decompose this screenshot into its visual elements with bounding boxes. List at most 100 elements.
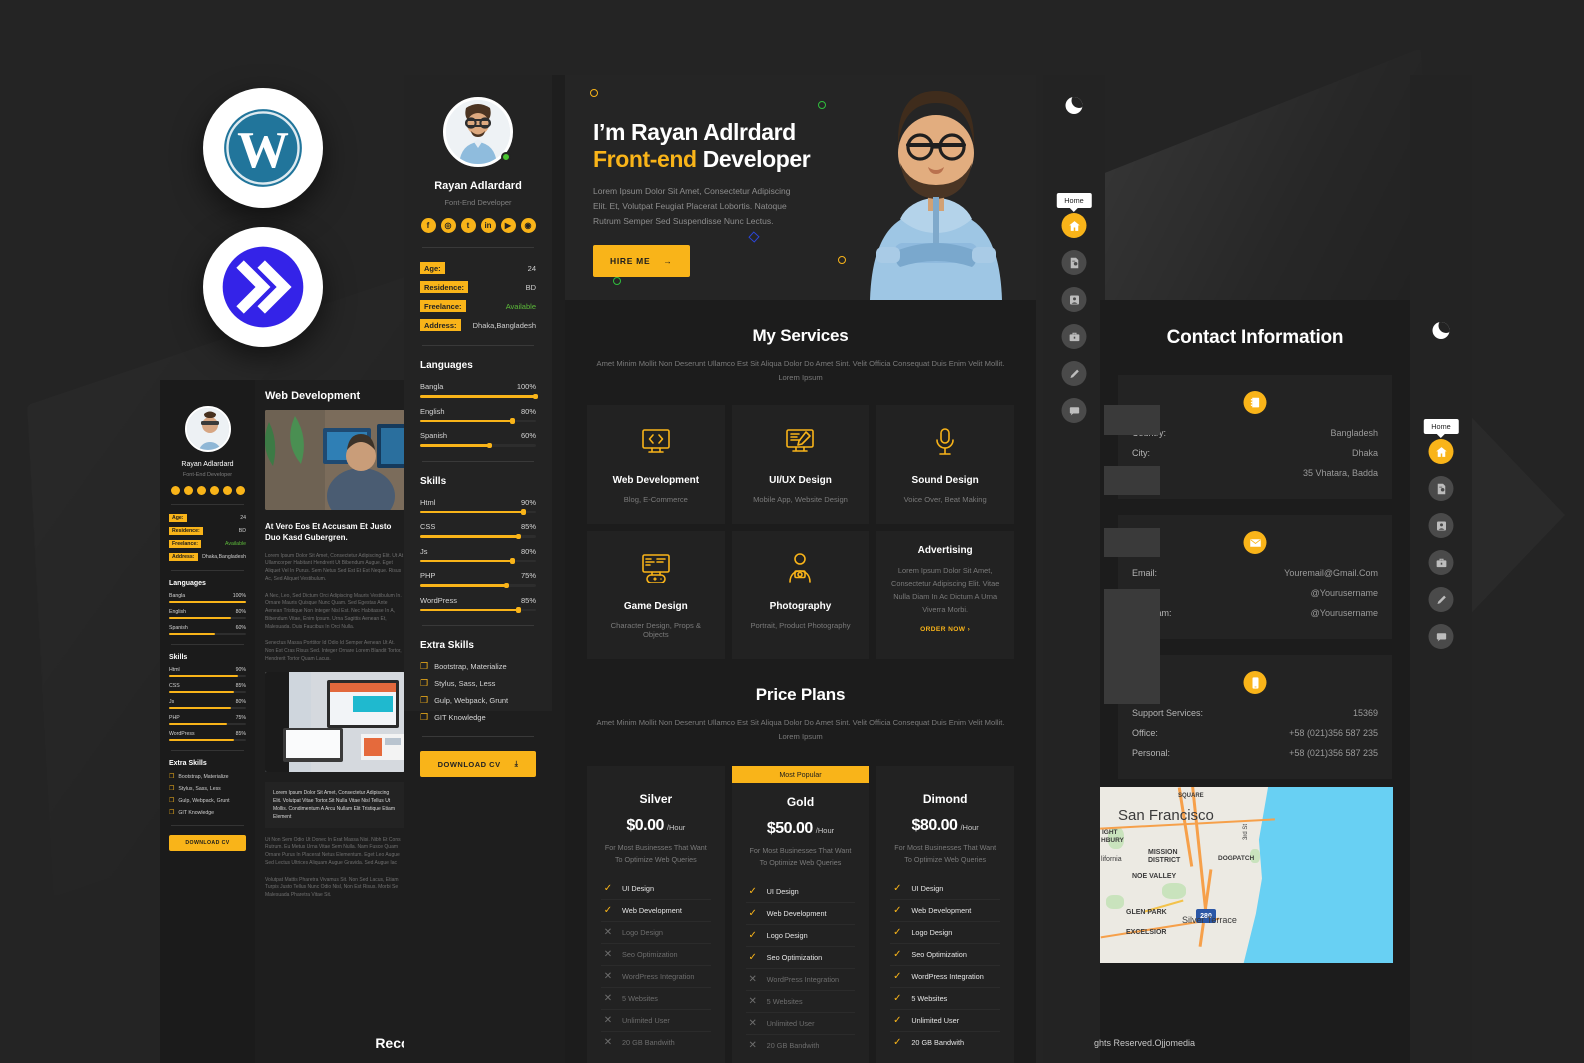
plan-amount: $80.00 <box>911 817 958 835</box>
pricing-plan: Silver $0.00/Hour For Most Businesses Th… <box>587 766 725 1063</box>
info-key: Age: <box>420 262 445 274</box>
nav-item-home[interactable]: Home <box>1056 193 1092 238</box>
service-card[interactable]: UI/UX Design Mobile App, Website Design <box>731 405 870 525</box>
contact-row: Telegram:@Yourusername <box>1132 603 1378 623</box>
preview-bar-label: Spanish <box>169 625 188 631</box>
nav-item-blog[interactable] <box>1428 587 1454 612</box>
theme-toggle-icon[interactable] <box>1065 97 1083 114</box>
nav-button-resume[interactable] <box>1061 250 1087 275</box>
nav-button-services[interactable] <box>1428 550 1454 575</box>
plan-feature-label: UI Design <box>911 883 944 893</box>
plan-spacer <box>601 766 711 780</box>
contact-row: Skype:@Yourusername <box>1132 583 1378 603</box>
nav-button-home[interactable] <box>1061 213 1087 238</box>
nav-item-services[interactable] <box>1061 324 1087 349</box>
plan-feature-row: ✓ 20 GB Bandwith <box>890 1032 1000 1053</box>
service-card[interactable]: Web Development Blog, E-Commerce <box>587 405 725 525</box>
preview-social-dribbble-icon[interactable] <box>235 486 245 495</box>
social-twitter-icon[interactable]: t <box>460 218 476 233</box>
preview-social-facebook-icon[interactable] <box>170 486 180 495</box>
preview-skills-title: Skills <box>169 654 188 661</box>
pricing-plan-grid: Silver $0.00/Hour For Most Businesses Th… <box>587 766 1014 1063</box>
service-card[interactable]: Game Design Character Design, Props & Ob… <box>587 531 725 660</box>
divider <box>171 750 244 751</box>
profile-info-list: Age: 24 Residence: BD Freelance: Available Add… <box>420 262 536 331</box>
preview-download-cv-button[interactable]: DOWNLOAD CV <box>169 835 246 851</box>
plan-feature-row: ✓ 5 Websites <box>890 988 1000 1010</box>
location-map[interactable]: 280 San Francisco SQUARE IGHT HBURY lifornia… <box>1100 787 1393 963</box>
preview-bar-label: PHP <box>169 715 180 721</box>
service-title: Sound Design <box>911 475 979 487</box>
contact-key: Support Services: <box>1132 708 1204 718</box>
contact-rows: Support Services: 15369 Office: +58 (021)35… <box>1132 703 1378 763</box>
theme-toggle-icon-secondary[interactable] <box>1432 322 1450 339</box>
nav-item-home[interactable]: Home <box>1423 419 1459 464</box>
elementor-logo <box>203 227 323 347</box>
service-card[interactable]: Photography Portrait, Product Photograph… <box>731 531 870 660</box>
services-card-grid: Web Development Blog, E-Commerce UI/UX D… <box>587 405 1014 660</box>
contact-groups: Country:Bangladesh City: Dhaka Streat:35 Vh… <box>1100 375 1410 779</box>
map-label: DOGPATCH <box>1218 855 1255 862</box>
preview-social-linkedin-icon[interactable] <box>209 486 219 495</box>
nav-item-contact[interactable] <box>1428 624 1454 649</box>
preview-social-twitter-icon[interactable] <box>196 486 206 495</box>
social-linkedin-icon[interactable]: in <box>480 218 496 233</box>
gamepad-monitor-icon <box>597 553 715 588</box>
preview-bar-track <box>169 723 246 725</box>
nav-button-contact[interactable] <box>1428 624 1454 649</box>
profile-info-row: Freelance: Available <box>420 300 536 312</box>
social-instagram-icon[interactable]: ◎ <box>440 218 456 233</box>
preview-paragraph: Lorem Ipsum Dolor Sit Amet, Consectetur … <box>265 552 404 582</box>
download-cv-button[interactable]: DOWNLOAD CV ⤓ <box>420 751 536 777</box>
nav-item-blog[interactable] <box>1061 361 1087 386</box>
service-card[interactable]: Sound Design Voice Over, Beat Making <box>876 405 1014 525</box>
advertising-text: Lorem Ipsum Dolor Sit Amet, Consectetur … <box>891 566 1000 614</box>
social-dribbble-icon[interactable]: ◉ <box>520 218 536 233</box>
social-facebook-icon[interactable]: f <box>420 218 436 233</box>
info-value: Dhaka,Bangladesh <box>472 320 536 330</box>
form-placeholder-2 <box>1104 466 1160 495</box>
preview-social-instagram-icon[interactable] <box>183 486 193 495</box>
nav-item-portfolio[interactable] <box>1428 513 1454 538</box>
nav-item-services[interactable] <box>1428 550 1454 575</box>
plan-feature-label: Seo Optimization <box>911 949 967 959</box>
nav-button-portfolio[interactable] <box>1428 513 1454 538</box>
divider <box>422 345 534 346</box>
nav-item-resume[interactable] <box>1061 250 1087 275</box>
preview-panel: Rayan Adlardard Font-End Developer Age: 2… <box>160 380 410 1063</box>
nav-button-portfolio[interactable] <box>1061 287 1087 312</box>
advertising-order-link[interactable]: ORDER NOW › <box>920 626 970 633</box>
divider <box>422 625 534 626</box>
contact-header: Contact Information <box>1100 300 1410 375</box>
nav-button-services[interactable] <box>1061 324 1087 349</box>
bar-track <box>420 582 536 588</box>
deco-ring-orange-2 <box>838 256 846 264</box>
plan-price: $50.00/Hour <box>746 820 856 838</box>
advertising-card[interactable]: Advertising Lorem Ipsum Dolor Sit Amet, … <box>876 531 1014 660</box>
nav-item-contact[interactable] <box>1061 398 1087 423</box>
preview-article-image-1 <box>265 410 405 510</box>
preview-article-image-2 <box>265 671 405 772</box>
cross-icon: ✕ <box>748 1017 757 1029</box>
preview-social-youtube-icon[interactable] <box>222 486 232 495</box>
plan-feature-row: ✓ Seo Optimization <box>745 947 856 969</box>
social-youtube-icon[interactable]: ▶ <box>500 218 516 233</box>
nav-button-blog[interactable] <box>1428 587 1454 612</box>
hero-line-2-rest: Developer <box>696 146 811 173</box>
extra-skill-label: Stylus, Sass, Less <box>434 679 496 688</box>
nav-button-resume[interactable] <box>1428 476 1454 501</box>
bar-label: Js <box>420 546 428 556</box>
nav-button-blog[interactable] <box>1061 361 1087 386</box>
copy-icon: ❐ <box>420 695 429 705</box>
preview-skill-bar: PHP 75% <box>169 715 246 725</box>
hero-portrait <box>836 75 1036 300</box>
nav-item-resume[interactable] <box>1428 476 1454 501</box>
plan-feature-row: ✕ 20 GB Bandwith <box>601 1032 711 1053</box>
social-links[interactable]: f ◎ t in ▶ ◉ <box>420 218 536 233</box>
nav-button-home[interactable] <box>1428 439 1454 464</box>
preview-social-links[interactable] <box>169 486 246 495</box>
nav-button-contact[interactable] <box>1061 398 1087 423</box>
preview-name: Rayan Adlardard <box>181 461 234 468</box>
hire-me-button[interactable]: HIRE ME → <box>593 244 690 277</box>
nav-item-portfolio[interactable] <box>1061 287 1087 312</box>
